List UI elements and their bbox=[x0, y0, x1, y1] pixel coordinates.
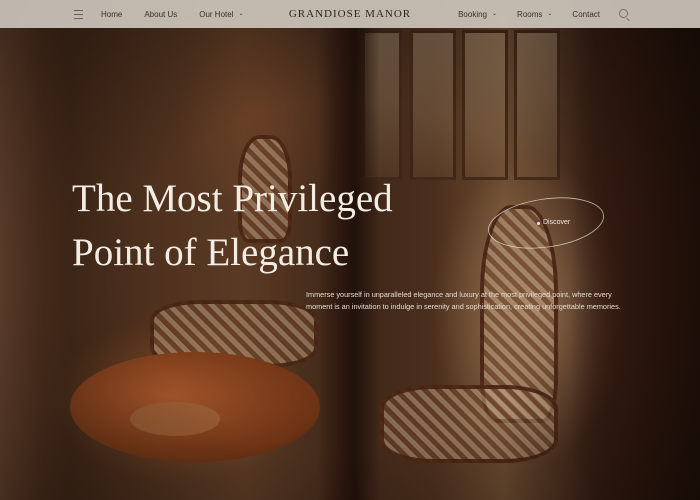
top-navbar: Home About Us Our Hotel ⌄ GRANDIOSE MANO… bbox=[0, 0, 700, 28]
chevron-down-icon: ⌄ bbox=[547, 10, 553, 17]
hero-title: The Most Privileged Point of Elegance bbox=[72, 172, 492, 280]
search-icon[interactable] bbox=[619, 9, 628, 18]
hero-description: Immerse yourself in unparalleled eleganc… bbox=[306, 290, 621, 311]
discover-dot-icon bbox=[537, 222, 540, 225]
nav-link-label: Booking bbox=[458, 9, 488, 19]
hero-title-line-1: The Most Privileged bbox=[72, 177, 393, 220]
nav-right-group: Booking ⌄ Rooms ⌄ Contact bbox=[438, 0, 628, 28]
hero-section: Home About Us Our Hotel ⌄ GRANDIOSE MANO… bbox=[0, 0, 700, 500]
hero-title-line-2: Point of Elegance bbox=[72, 231, 350, 274]
discover-button[interactable]: Discover bbox=[486, 196, 606, 250]
brand-name: GRANDIOSE MANOR bbox=[288, 8, 412, 20]
chevron-down-icon: ⌄ bbox=[492, 10, 498, 17]
nav-link-rooms[interactable]: Rooms ⌄ bbox=[517, 10, 552, 19]
nav-link-booking[interactable]: Booking ⌄ bbox=[458, 10, 497, 19]
nav-link-label: Rooms bbox=[517, 9, 543, 19]
nav-link-contact[interactable]: Contact bbox=[572, 10, 600, 19]
nav-link-label: Contact bbox=[572, 9, 600, 19]
discover-label: Discover bbox=[543, 219, 571, 226]
